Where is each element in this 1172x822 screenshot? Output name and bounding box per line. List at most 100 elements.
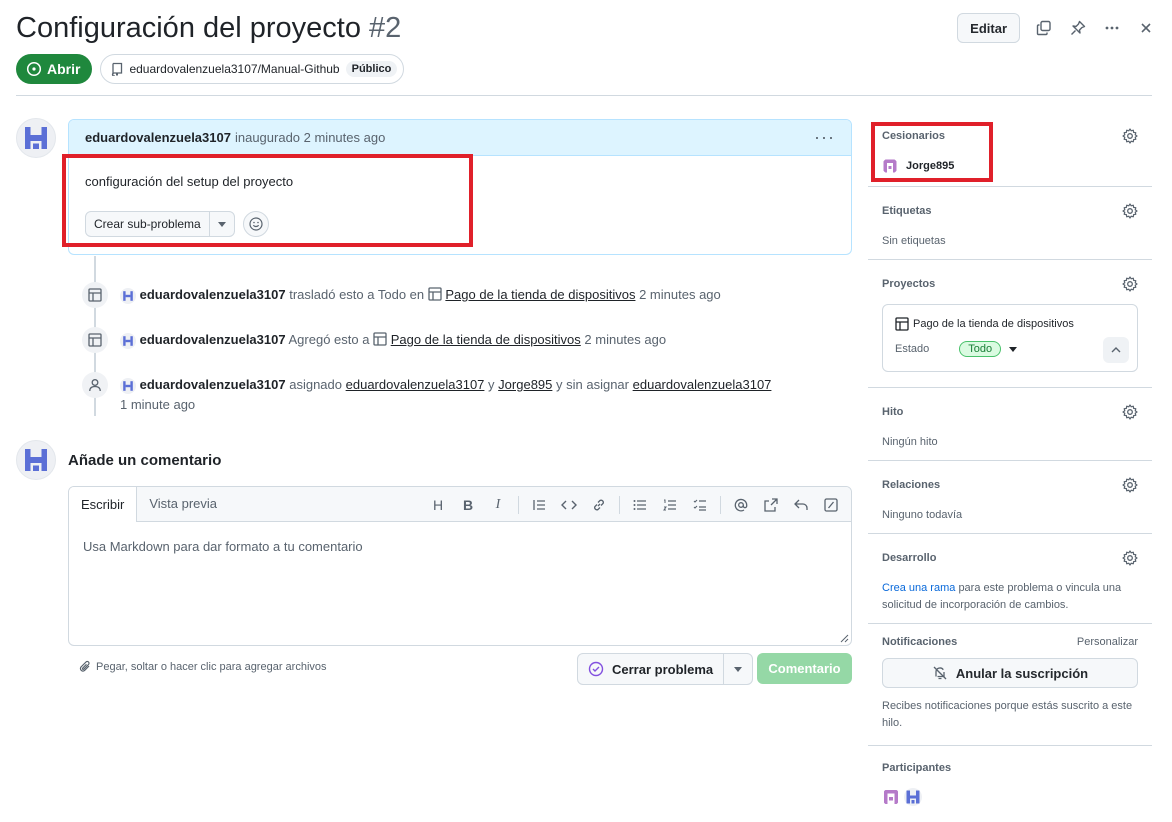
comment-author[interactable]: eduardovalenzuela3107: [85, 130, 231, 145]
project-status-pill[interactable]: Todo: [959, 341, 1002, 357]
event-project-link[interactable]: Pago de la tienda de dispositivos: [445, 287, 635, 302]
event-user[interactable]: eduardovalenzuela3107: [140, 332, 286, 347]
event-project-link[interactable]: Pago de la tienda de dispositivos: [391, 332, 581, 347]
attach-files-label: Pegar, soltar o hacer clic para agregar …: [96, 661, 327, 673]
assignee-name[interactable]: Jorge895: [906, 160, 954, 172]
assignee-link[interactable]: Jorge895: [498, 377, 552, 392]
slash-command-icon[interactable]: [821, 495, 841, 515]
tab-preview[interactable]: Vista previa: [137, 487, 229, 521]
toolbar-divider: [619, 495, 620, 514]
assignee-avatar[interactable]: [882, 158, 898, 174]
state-label: Abrir: [47, 61, 81, 77]
sidebar-divider: [868, 623, 1152, 624]
project-status-label: Estado: [895, 343, 930, 355]
unassigned-link[interactable]: eduardovalenzuela3107: [633, 377, 772, 392]
italic-icon[interactable]: I: [488, 495, 508, 515]
participants-list: [882, 788, 1138, 806]
repo-icon: [112, 62, 123, 76]
event-time[interactable]: 2 minutes ago: [639, 287, 721, 302]
bell-slash-icon: [933, 666, 947, 680]
customize-link[interactable]: Personalizar: [1077, 636, 1138, 648]
copy-icon[interactable]: [1034, 18, 1054, 38]
unsubscribe-button[interactable]: Anular la suscripción: [882, 658, 1138, 688]
create-branch-link[interactable]: Crea una rama: [882, 582, 955, 594]
close-issue-main[interactable]: Cerrar problema: [578, 654, 725, 684]
participants-title: Participantes: [882, 762, 952, 774]
ordered-list-icon[interactable]: [660, 495, 680, 515]
notifications-reason: Recibes notificaciones porque estás susc…: [882, 700, 1133, 729]
notifications-title: Notificaciones: [882, 636, 958, 648]
author-avatar[interactable]: [16, 118, 56, 158]
gear-icon[interactable]: [1122, 404, 1138, 420]
event-time[interactable]: 2 minutes ago: [584, 332, 666, 347]
milestone-section: Hito Ningún hito: [868, 404, 1152, 451]
event-user[interactable]: eduardovalenzuela3107: [140, 287, 286, 302]
comment-editor: Escribir Vista previa H B I Usa Markdown…: [68, 486, 852, 646]
reply-icon[interactable]: [791, 495, 811, 515]
project-name[interactable]: Pago de la tienda de dispositivos: [913, 318, 1074, 330]
sidebar-divider: [868, 745, 1152, 746]
comment-textarea[interactable]: Usa Markdown para dar formato a tu comen…: [69, 522, 851, 571]
chevron-up-icon[interactable]: [1103, 337, 1129, 363]
more-options-icon[interactable]: [1102, 18, 1122, 38]
mention-icon[interactable]: [731, 495, 751, 515]
issue-title: Configuración del proyecto: [16, 12, 361, 44]
event-time[interactable]: 1 minute ago: [120, 397, 195, 412]
assignee-row[interactable]: Jorge895: [882, 158, 1138, 174]
highlight-box-description: [62, 154, 473, 247]
participant-avatar[interactable]: [904, 788, 922, 806]
bold-icon[interactable]: B: [458, 495, 478, 515]
tab-write[interactable]: Escribir: [69, 487, 138, 522]
gear-icon[interactable]: [1122, 203, 1138, 219]
projects-title[interactable]: Proyectos: [882, 278, 935, 290]
attach-files-hint[interactable]: Pegar, soltar o hacer clic para agregar …: [78, 660, 327, 674]
user-mini-avatar[interactable]: [120, 333, 136, 349]
labels-title[interactable]: Etiquetas: [882, 205, 932, 217]
assignee-link[interactable]: eduardovalenzuela3107: [346, 377, 485, 392]
user-mini-avatar[interactable]: [120, 288, 136, 304]
edit-button[interactable]: Editar: [957, 13, 1020, 43]
issue-state-row: Abrir eduardovalenzuela3107/Manual-Githu…: [16, 54, 405, 84]
timeline-event-moved: eduardovalenzuela3107 trasladó esto a To…: [82, 282, 721, 308]
gear-icon[interactable]: [1122, 276, 1138, 292]
cross-reference-icon[interactable]: [761, 495, 781, 515]
task-list-icon[interactable]: [690, 495, 710, 515]
unordered-list-icon[interactable]: [630, 495, 650, 515]
timeline-event-added: eduardovalenzuela3107 Agregó esto a Pago…: [82, 327, 666, 353]
comment-more-icon[interactable]: ···: [814, 127, 835, 148]
repo-pill[interactable]: eduardovalenzuela3107/Manual-Github Públ…: [100, 54, 405, 84]
development-title[interactable]: Desarrollo: [882, 552, 936, 564]
heading-icon[interactable]: H: [428, 495, 448, 515]
assignees-title[interactable]: Cesionarios: [882, 130, 945, 142]
code-icon[interactable]: [559, 495, 579, 515]
relations-title[interactable]: Relaciones: [882, 479, 940, 491]
labels-section: Etiquetas Sin etiquetas: [868, 203, 1152, 250]
sidebar-divider: [868, 460, 1152, 461]
labels-value: Sin etiquetas: [882, 235, 946, 247]
comment-submit-button[interactable]: Comentario: [757, 653, 852, 684]
gear-icon[interactable]: [1122, 128, 1138, 144]
table-icon: [82, 282, 108, 308]
close-issue-button[interactable]: Cerrar problema: [577, 653, 754, 685]
event-text: Agregó esto a: [288, 332, 370, 347]
page-title: Configuración del proyecto #2: [16, 12, 401, 45]
pin-icon[interactable]: [1068, 18, 1088, 38]
resize-handle-icon[interactable]: [839, 633, 849, 643]
unsubscribe-label: Anular la suscripción: [955, 665, 1089, 681]
caret-down-icon[interactable]: [724, 654, 752, 684]
quote-icon[interactable]: [529, 495, 549, 515]
check-circle-icon: [588, 661, 604, 677]
close-icon[interactable]: [1136, 18, 1156, 38]
participants-section: Participantes: [868, 762, 1152, 806]
link-icon[interactable]: [589, 495, 609, 515]
relations-section: Relaciones Ninguno todavía: [868, 477, 1152, 524]
milestone-title[interactable]: Hito: [882, 406, 903, 418]
event-user[interactable]: eduardovalenzuela3107: [140, 377, 286, 392]
gear-icon[interactable]: [1122, 477, 1138, 493]
project-table-icon: [428, 287, 442, 301]
caret-down-icon[interactable]: [1009, 346, 1018, 352]
participant-avatar[interactable]: [882, 788, 900, 806]
gear-icon[interactable]: [1122, 550, 1138, 566]
current-user-avatar[interactable]: [16, 440, 56, 480]
user-mini-avatar[interactable]: [120, 378, 136, 394]
